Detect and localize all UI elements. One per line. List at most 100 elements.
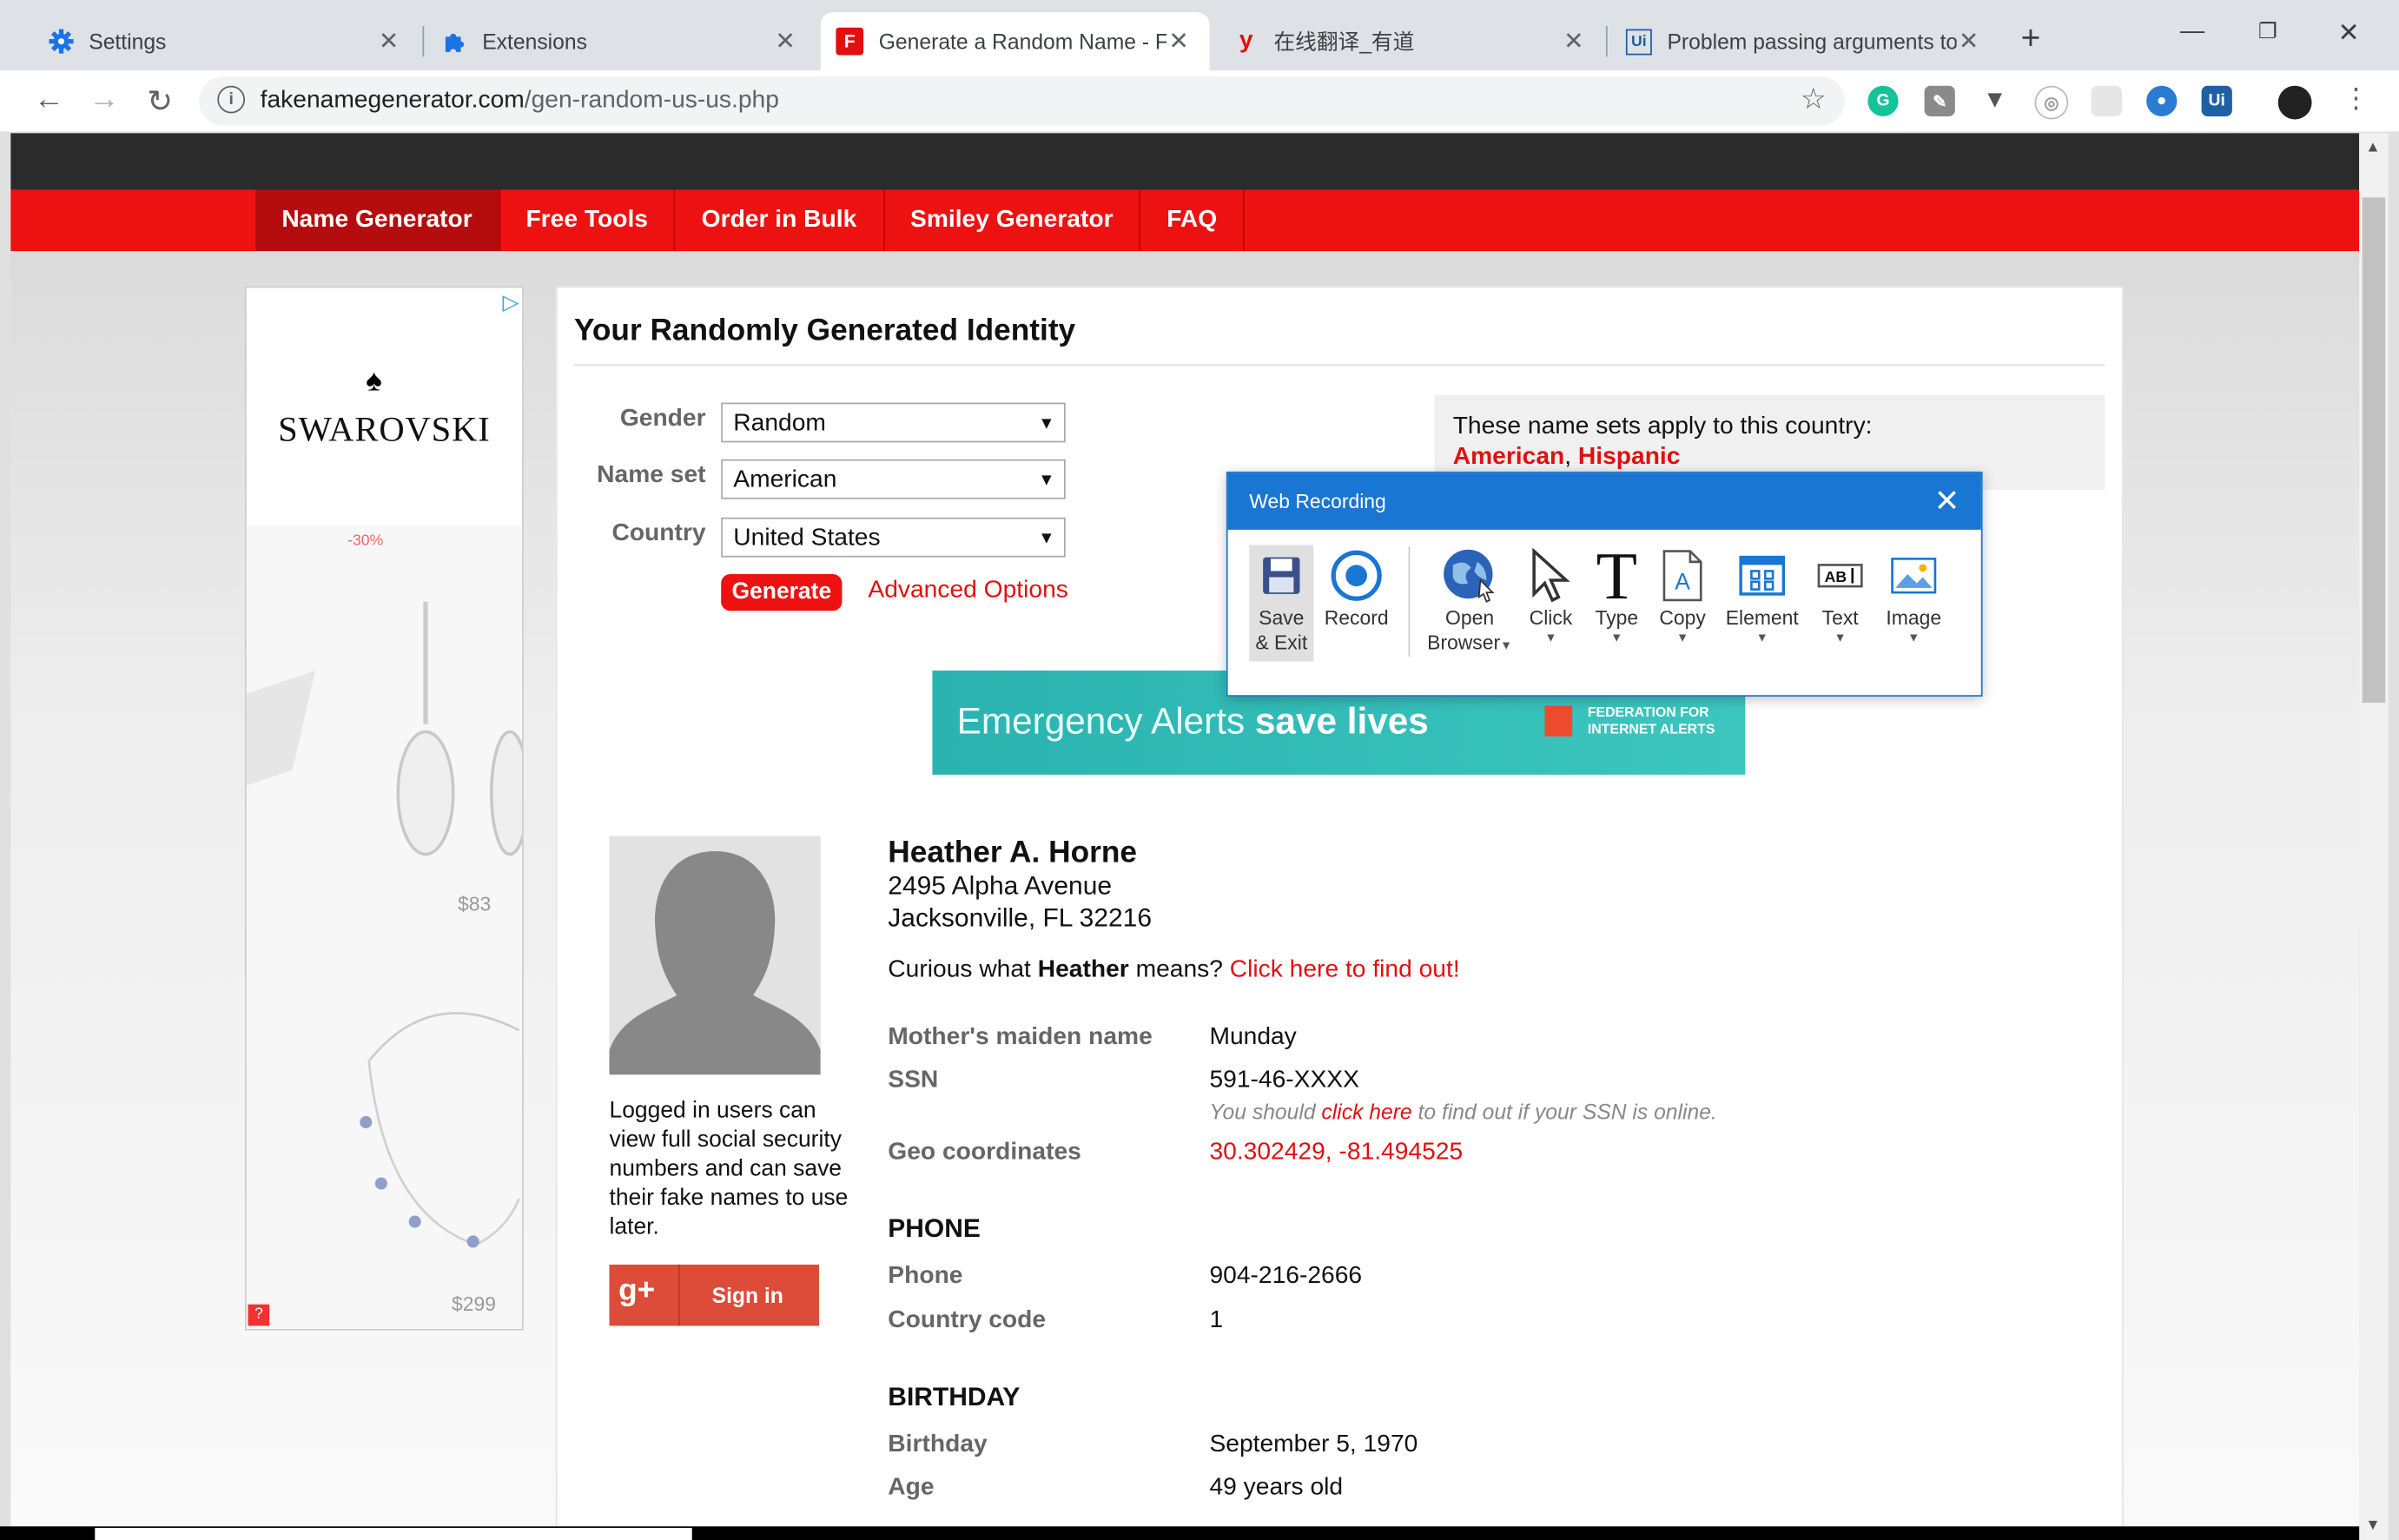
globe-extension-icon[interactable]: ●	[2146, 85, 2178, 116]
geo-label: Geo coordinates	[888, 1139, 1081, 1166]
scroll-down-icon[interactable]: ▼	[2365, 1517, 2380, 1534]
country-select[interactable]: United States ▼	[721, 517, 1066, 558]
scroll-up-icon[interactable]: ▲	[2365, 139, 2380, 155]
svg-text:A: A	[1675, 569, 1690, 595]
click-button[interactable]: Click ▼	[1523, 545, 1578, 661]
page-scrollbar[interactable]: ▲ ▼	[2359, 133, 2389, 1540]
tab-settings[interactable]: Settings ✕	[12, 12, 420, 70]
bookmark-star-icon[interactable]: ☆	[1801, 83, 1827, 118]
nav-free-tools[interactable]: Free Tools	[499, 189, 676, 252]
ssn-value: 591-46-XXXX	[1209, 1067, 1359, 1094]
tab-title: Generate a Random Name - Fa	[878, 29, 1167, 54]
web-page: Name Generator Free Tools Order in Bulk …	[10, 133, 2360, 1540]
country-code-label: Country code	[888, 1307, 1047, 1334]
advanced-options-link[interactable]: Advanced Options	[868, 578, 1067, 605]
youdao-icon: y	[1239, 27, 1253, 54]
type-button[interactable]: T Type ▼	[1589, 538, 1644, 661]
ad-price: $299	[451, 1292, 496, 1316]
identity-street: 2495 Alpha Avenue	[888, 870, 1113, 901]
close-icon[interactable]: ✕	[1562, 26, 1586, 56]
close-icon[interactable]: ✕	[773, 26, 797, 56]
tab-title: Extensions	[482, 29, 587, 54]
ad-brand: SWAROVSKI	[278, 410, 491, 449]
info-icon[interactable]: i	[217, 85, 246, 114]
close-icon[interactable]: ✕	[1934, 482, 1960, 520]
nameset-link-american[interactable]: American	[1453, 444, 1565, 470]
globe-icon	[1422, 545, 1517, 606]
generate-button[interactable]: Generate	[721, 573, 843, 611]
nav-smiley-generator[interactable]: Smiley Generator	[884, 189, 1141, 252]
close-icon[interactable]: ✕	[1957, 26, 1981, 56]
ad-help-icon[interactable]: ?	[248, 1304, 270, 1326]
scroll-thumb[interactable]	[2362, 197, 2386, 704]
eyedropper-extension-icon[interactable]: ✎	[1924, 85, 1955, 116]
open-browser-button[interactable]: Open Browser▼	[1422, 545, 1517, 661]
save-exit-button[interactable]: Save & Exit	[1249, 545, 1314, 662]
ad-price: $83	[458, 892, 492, 916]
menu-dots-icon[interactable]: ⋮	[2343, 83, 2370, 115]
nameset-label: Name set	[597, 462, 706, 489]
minimize-icon[interactable]: —	[2180, 18, 2204, 46]
profile-avatar[interactable]	[2277, 85, 2312, 120]
close-icon[interactable]: ✕	[377, 26, 401, 56]
ssn-check-link[interactable]: click here	[1321, 1100, 1411, 1124]
nameset-select[interactable]: American ▼	[721, 459, 1066, 499]
back-icon[interactable]: ←	[34, 83, 64, 118]
copy-button[interactable]: A Copy ▼	[1655, 545, 1709, 661]
ssn-note: You should click here to find out if you…	[1209, 1099, 1717, 1124]
forward-icon[interactable]: →	[89, 83, 119, 118]
window-close-icon[interactable]: ✕	[2337, 18, 2359, 49]
site-header	[10, 133, 2360, 190]
puzzle-icon	[442, 29, 466, 53]
tab-uipath-forum[interactable]: Ui Problem passing arguments to ✕	[1608, 12, 1999, 70]
tab-extensions[interactable]: Extensions ✕	[424, 12, 816, 70]
image-button[interactable]: Image ▼	[1877, 545, 1951, 661]
image-icon	[1877, 545, 1951, 606]
grammarly-icon[interactable]: G	[1867, 85, 1899, 116]
country-code-value: 1	[1209, 1307, 1224, 1334]
grid-extension-icon[interactable]	[2091, 85, 2122, 116]
nav-name-generator[interactable]: Name Generator	[255, 189, 500, 252]
address-bar[interactable]: i fakenamegenerator.com/gen-random-us-us…	[199, 76, 1845, 126]
element-icon	[1719, 545, 1805, 606]
text-button[interactable]: AB Text ▼	[1813, 545, 1867, 661]
signin-label: Sign in	[711, 1283, 783, 1308]
type-icon: T	[1596, 538, 1637, 613]
gender-select[interactable]: Random ▼	[721, 402, 1066, 443]
close-icon[interactable]: ✕	[1166, 26, 1191, 56]
login-note: Logged in users can view full social sec…	[609, 1097, 849, 1240]
ad-discount: -30%	[347, 532, 384, 550]
record-button[interactable]: Record	[1323, 545, 1391, 661]
google-signin-button[interactable]: g+ Sign in	[609, 1264, 819, 1326]
reload-icon[interactable]: ↻	[147, 83, 173, 121]
new-tab-icon[interactable]: +	[2021, 18, 2041, 58]
camera-extension-icon[interactable]: ◎	[2034, 85, 2069, 120]
tab-title: Problem passing arguments to	[1667, 29, 1957, 54]
vue-extension-icon[interactable]: ▼	[1979, 86, 2010, 116]
advertisement[interactable]: ▷ ♠ SWAROVSKI -30% $83 $299 ?	[245, 286, 524, 1331]
record-icon	[1323, 545, 1391, 606]
country-label: Country	[611, 520, 706, 547]
nav-order-in-bulk[interactable]: Order in Bulk	[676, 189, 885, 252]
restore-icon[interactable]: ❐	[2258, 18, 2277, 44]
nameset-link-hispanic[interactable]: Hispanic	[1578, 444, 1681, 470]
ad-products[interactable]	[246, 525, 523, 1329]
flag-icon	[1544, 705, 1573, 737]
page-title: Your Randomly Generated Identity	[573, 314, 1076, 348]
web-recording-dialog: Web Recording ✕ Save & Exit Record Open …	[1226, 471, 1983, 697]
name-meaning-link[interactable]: Click here to find out!	[1230, 957, 1460, 983]
element-button[interactable]: Element ▼	[1719, 545, 1805, 661]
nav-faq[interactable]: FAQ	[1140, 189, 1245, 252]
maiden-value: Munday	[1209, 1024, 1297, 1051]
tab-youdao[interactable]: y 在线翻译_有道 ✕	[1213, 12, 1604, 70]
gender-label: Gender	[619, 406, 706, 433]
uipath-extension-icon[interactable]: Ui	[2201, 85, 2232, 116]
identity-city: Jacksonville, FL 32216	[888, 902, 1153, 933]
phone-label: Phone	[888, 1263, 963, 1290]
geo-link[interactable]: 30.302429, -81.494525	[1209, 1139, 1463, 1167]
birthday-value: September 5, 1970	[1209, 1431, 1418, 1457]
site-nav: Name Generator Free Tools Order in Bulk …	[10, 189, 2360, 252]
url-text: fakenamegenerator.com/gen-random-us-us.p…	[260, 87, 779, 114]
adchoices-icon[interactable]: ▷	[503, 289, 519, 315]
tab-fakename[interactable]: F Generate a Random Name - Fa ✕	[820, 12, 1210, 71]
